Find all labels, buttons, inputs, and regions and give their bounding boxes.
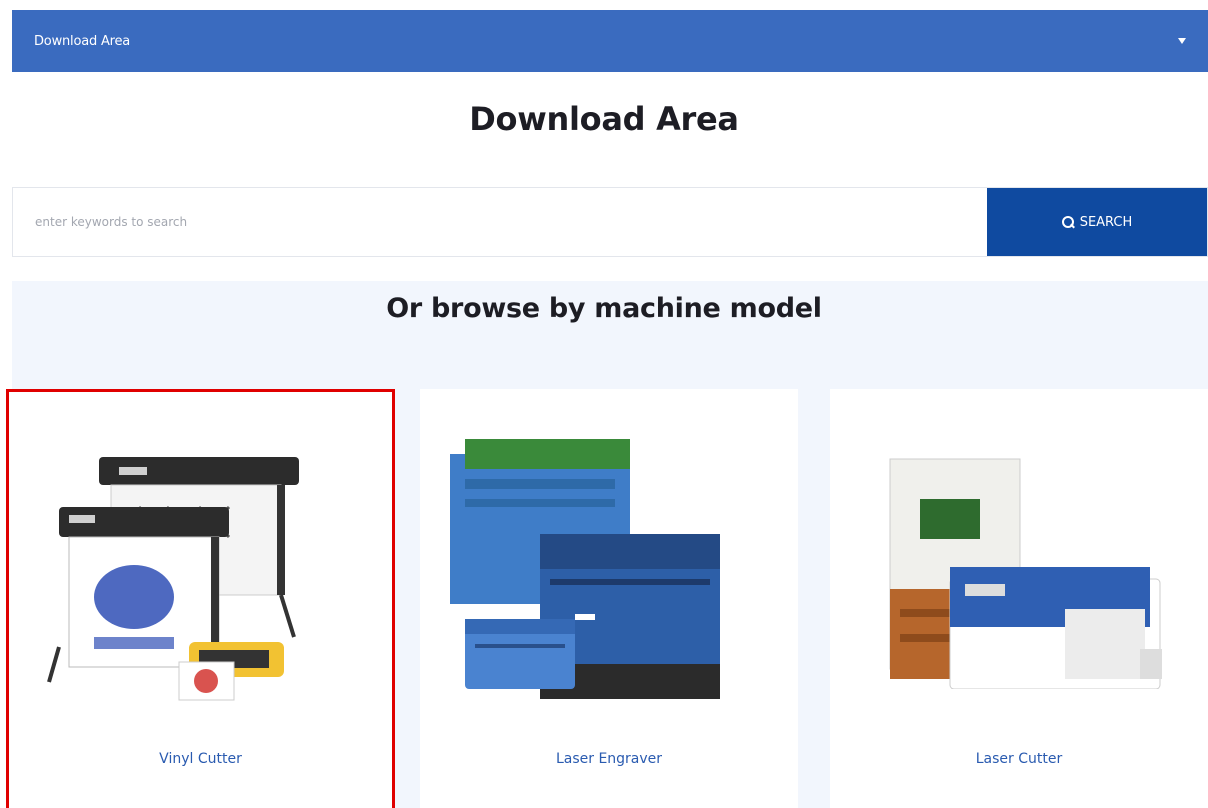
browse-title: Or browse by machine model — [386, 293, 822, 324]
vinyl-cutter-image — [47, 457, 299, 701]
card-label: Vinyl Cutter — [159, 751, 242, 767]
search-input[interactable] — [13, 188, 987, 256]
dropdown-label: Download Area — [34, 33, 131, 49]
laser-cutter-image — [889, 458, 1162, 689]
card-vinyl-cutter[interactable]: Vinyl Cutter — [6, 389, 395, 808]
search-icon — [1061, 216, 1074, 228]
download-area-dropdown[interactable]: Download Area — [12, 10, 1208, 72]
search-button-label: SEARCH — [1079, 214, 1133, 230]
page-title: Download Area — [469, 100, 739, 138]
card-label: Laser Engraver — [555, 751, 663, 767]
card-laser-engraver[interactable]: Laser Engraver — [420, 389, 798, 808]
search-bar: SEARCH — [12, 187, 1208, 257]
caret-down-icon — [1178, 38, 1186, 44]
search-button[interactable]: SEARCH — [987, 188, 1207, 256]
card-laser-cutter[interactable]: Laser Cutter — [830, 389, 1208, 808]
laser-engraver-image — [450, 439, 720, 699]
card-label: Laser Cutter — [975, 751, 1063, 767]
